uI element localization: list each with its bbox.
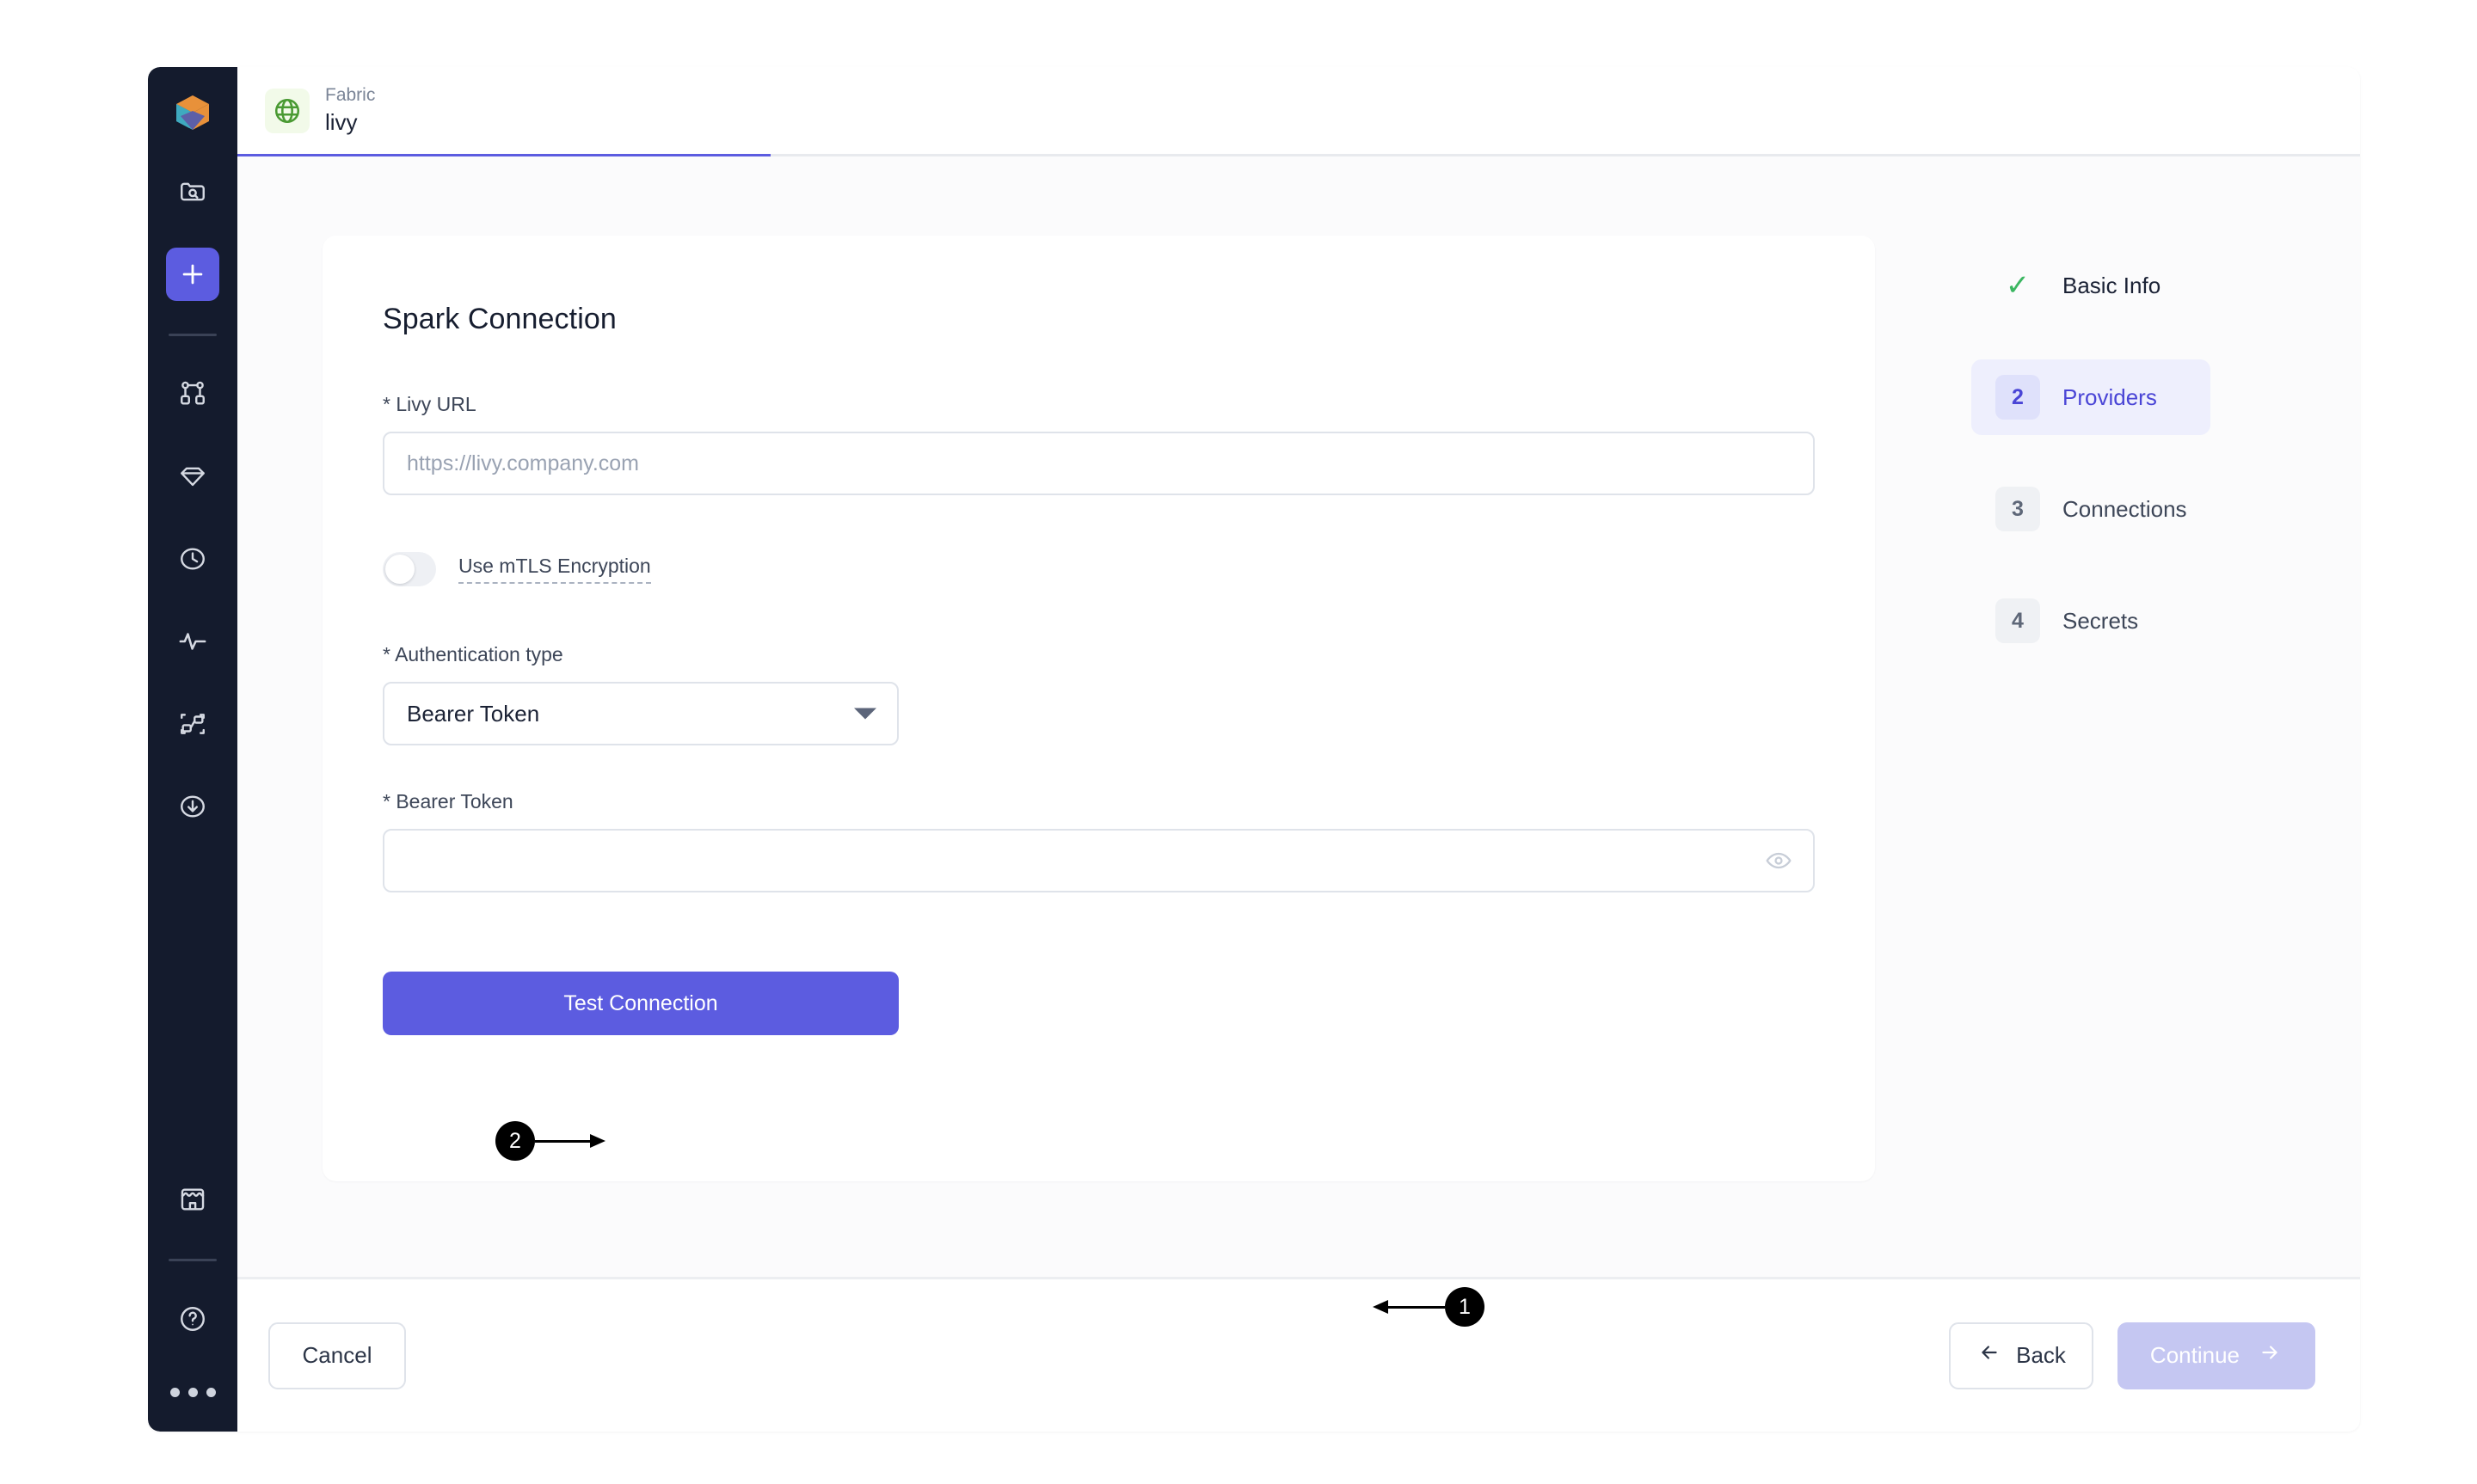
bearer-token-input[interactable] [383, 829, 1815, 892]
body-area: Spark Connection * Livy URL Use mTLS Enc… [237, 156, 2360, 1432]
tab-title: livy [325, 109, 358, 136]
sidebar-item-ingest[interactable] [166, 780, 219, 833]
auth-type-select[interactable]: Bearer Token [383, 682, 899, 745]
page-title: Spark Connection [383, 303, 617, 335]
step-label: Providers [2062, 383, 2157, 410]
sidebar-item-models[interactable] [166, 450, 219, 503]
back-label: Back [2016, 1342, 2066, 1368]
folder-search-icon [178, 177, 207, 206]
step-badge: 3 [1995, 487, 2040, 531]
step-secrets[interactable]: 4 Secrets [1971, 583, 2210, 659]
step-connections[interactable]: 3 Connections [1971, 471, 2210, 547]
step-label: Secrets [2062, 607, 2139, 634]
help-circle-icon [178, 1304, 207, 1334]
livy-url-label: * Livy URL [383, 393, 476, 415]
toggle-knob [385, 555, 415, 584]
tab-text: Fabric livy [325, 84, 375, 137]
annotation-arrow-right-icon [535, 1131, 607, 1150]
step-badge: 4 [1995, 598, 2040, 643]
annotation-marker-2: 2 [495, 1121, 607, 1161]
sidebar-divider-bottom [169, 1259, 217, 1261]
step-basic-info[interactable]: ✓ Basic Info [1971, 248, 2210, 323]
wizard-footer: Cancel Back Continue [237, 1277, 2360, 1432]
auth-type-label: * Authentication type [383, 643, 563, 665]
bearer-token-label: * Bearer Token [383, 790, 513, 813]
continue-label: Continue [2149, 1342, 2240, 1368]
sidebar-item-more[interactable] [169, 1375, 216, 1409]
livy-url-input[interactable] [383, 432, 1815, 495]
annotation-marker-1: 1 [1371, 1287, 1484, 1327]
step-badge-check-icon: ✓ [2005, 269, 2031, 302]
activity-pulse-icon [178, 627, 207, 656]
continue-button[interactable]: Continue [2117, 1321, 2315, 1389]
spark-connection-card: Spark Connection * Livy URL Use mTLS Enc… [323, 236, 1875, 1181]
arrow-left-icon [1976, 1341, 2002, 1370]
tab-subtitle: Fabric [325, 85, 376, 106]
step-label: Basic Info [2062, 272, 2161, 298]
sidebar-divider-top [169, 334, 217, 336]
mtls-toggle-label: Use mTLS Encryption [458, 555, 651, 585]
globe-icon [265, 88, 310, 133]
storefront-icon [178, 1185, 207, 1214]
sidebar-item-monitoring[interactable] [166, 615, 219, 668]
body-inner: Spark Connection * Livy URL Use mTLS Enc… [323, 236, 2275, 1277]
tab-bar: Fabric livy [237, 67, 2360, 156]
mtls-toggle[interactable] [383, 552, 436, 586]
sidebar-item-schedules[interactable] [166, 532, 219, 586]
pipeline-nodes-icon [178, 379, 207, 408]
annotation-arrow-left-icon [1371, 1297, 1445, 1316]
plus-icon [178, 260, 207, 289]
chevron-down-icon[interactable] [854, 708, 876, 720]
clock-icon [178, 544, 207, 573]
annotation-badge: 2 [495, 1121, 535, 1161]
wizard-stepper: ✓ Basic Info 2 Providers 3 Connections 4… [1875, 236, 2275, 695]
step-label: Connections [2062, 495, 2187, 522]
sidebar-item-browse[interactable] [166, 165, 219, 218]
content-area: Fabric livy Spark Connection * Livy URL [237, 67, 2360, 1432]
tab-livy[interactable]: Fabric livy [237, 67, 404, 154]
left-nav-rail [148, 67, 237, 1432]
diamond-icon [178, 462, 207, 491]
sidebar-item-help[interactable] [166, 1292, 219, 1346]
mtls-toggle-row: Use mTLS Encryption [383, 552, 1815, 586]
lineage-graph-icon [178, 709, 207, 739]
sidebar-item-add[interactable] [166, 248, 219, 301]
step-badge: 2 [1995, 375, 2040, 420]
download-circle-icon [178, 792, 207, 821]
sidebar-item-marketplace[interactable] [166, 1173, 219, 1226]
step-providers[interactable]: 2 Providers [1971, 359, 2210, 435]
test-connection-button[interactable]: Test Connection [383, 972, 899, 1035]
back-button[interactable]: Back [1949, 1321, 2093, 1389]
sidebar-item-lineage[interactable] [166, 697, 219, 751]
sidebar-item-pipelines[interactable] [166, 367, 219, 420]
eye-icon[interactable] [1765, 847, 1792, 874]
annotation-badge: 1 [1445, 1287, 1484, 1327]
bearer-token-wrap [383, 829, 1815, 892]
cube-logo-icon[interactable] [166, 86, 219, 139]
arrow-right-icon [2257, 1341, 2283, 1370]
auth-type-select-wrap: Bearer Token [383, 682, 899, 745]
auth-type-value: Bearer Token [407, 700, 540, 727]
app-window: Fabric livy Spark Connection * Livy URL [148, 67, 2360, 1432]
body-scroll: Spark Connection * Livy URL Use mTLS Enc… [237, 156, 2360, 1327]
ellipsis-icon [169, 1387, 216, 1397]
cancel-button[interactable]: Cancel [268, 1321, 406, 1389]
